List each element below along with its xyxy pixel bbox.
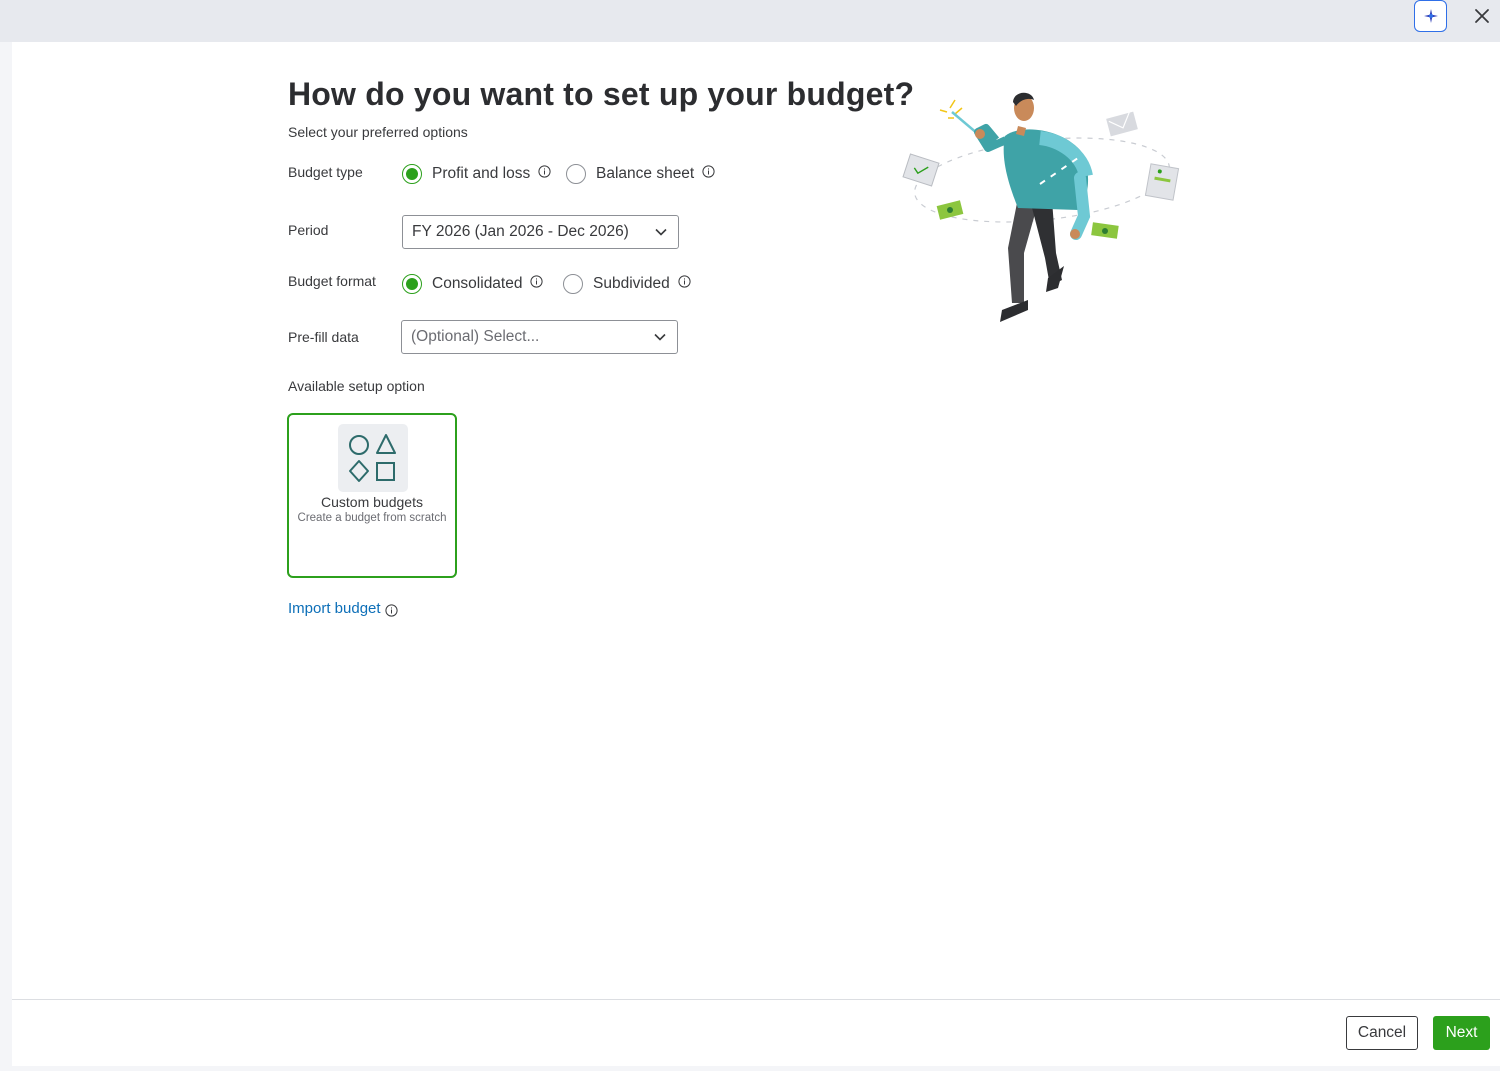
card-description: Create a budget from scratch	[297, 512, 447, 524]
budget-format-label: Budget format	[288, 273, 376, 289]
radio-consolidated[interactable]: Consolidated	[402, 274, 544, 294]
budget-type-label: Budget type	[288, 164, 363, 180]
radio-checked	[402, 164, 422, 184]
card-icon-box	[338, 424, 408, 492]
chevron-down-icon	[655, 228, 667, 236]
info-icon[interactable]	[702, 164, 715, 178]
radio-subdivided[interactable]: Subdivided	[563, 274, 691, 294]
radio-profit-and-loss[interactable]: Profit and loss	[402, 164, 551, 184]
page-subtitle: Select your preferred options	[288, 124, 468, 140]
period-value: FY 2026 (Jan 2026 - Dec 2026)	[412, 223, 629, 240]
info-icon[interactable]	[678, 274, 691, 288]
chevron-down-icon	[654, 333, 666, 341]
info-icon[interactable]	[530, 274, 544, 288]
prefill-label: Pre-fill data	[288, 329, 359, 345]
radio-unchecked	[563, 274, 583, 294]
budget-illustration	[902, 92, 1180, 322]
shapes-icon	[349, 434, 396, 482]
top-bar	[0, 0, 1500, 42]
period-select[interactable]: FY 2026 (Jan 2026 - Dec 2026)	[402, 215, 679, 249]
close-icon	[1475, 9, 1489, 23]
envelope-icon	[1106, 109, 1138, 137]
prefill-select[interactable]: (Optional) Select...	[401, 320, 678, 354]
card-title: Custom budgets	[321, 494, 423, 510]
radio-unchecked	[566, 164, 586, 184]
custom-budgets-card[interactable]: Custom budgets Create a budget from scra…	[287, 413, 457, 578]
cancel-button[interactable]: Cancel	[1346, 1016, 1418, 1050]
next-button[interactable]: Next	[1433, 1016, 1490, 1050]
assistant-button[interactable]	[1414, 0, 1447, 32]
document-icon	[1144, 163, 1180, 201]
info-icon[interactable]	[384, 604, 398, 617]
radio-label: Profit and loss	[432, 165, 531, 182]
footer-bar	[12, 999, 1500, 1066]
radio-label: Subdivided	[593, 275, 670, 292]
close-button[interactable]	[1470, 4, 1494, 28]
main-panel	[12, 42, 1500, 1066]
sparkle-icon	[1423, 9, 1438, 23]
calendar-icon	[902, 153, 940, 187]
period-label: Period	[288, 222, 329, 238]
prefill-placeholder: (Optional) Select...	[411, 328, 540, 345]
radio-label: Consolidated	[432, 275, 523, 292]
info-icon[interactable]	[538, 164, 551, 178]
import-budget-label: Import budget	[288, 600, 381, 617]
person-illustration	[974, 92, 1093, 322]
page-title: How do you want to set up your budget?	[288, 76, 915, 112]
radio-balance-sheet[interactable]: Balance sheet	[566, 164, 715, 184]
import-budget-link[interactable]: Import budget	[288, 600, 398, 617]
radio-checked	[402, 274, 422, 294]
radio-label: Balance sheet	[596, 165, 695, 182]
setup-label: Available setup option	[288, 378, 425, 394]
